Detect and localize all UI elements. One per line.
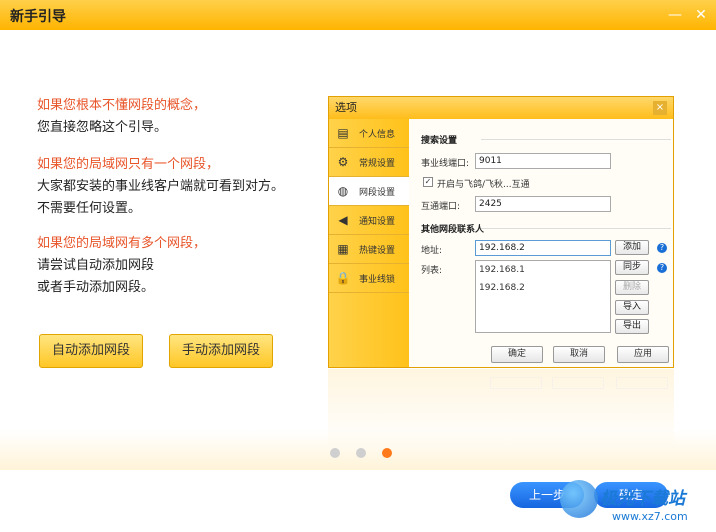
import-button: 导入 bbox=[615, 300, 649, 315]
guide-line: 不需要任何设置。 bbox=[37, 201, 142, 216]
reflection-shape bbox=[616, 377, 668, 389]
page-dot-2[interactable] bbox=[356, 448, 366, 458]
help-icon: ? bbox=[657, 243, 667, 253]
guide-paragraph-3: 如果您的局域网有多个网段， 请尝试自动添加网段 或者手动添加网段。 bbox=[37, 233, 206, 299]
sidebar-item-label: 热键设置 bbox=[359, 245, 396, 256]
options-dialog-preview: 选项 × ▤ 个人信息 ⚙ 常规设置 ◍ 网段设置 ◀ 通知设置 ▦ 热键设置 🔒 事业线锁… bbox=[328, 96, 674, 368]
watermark-name: 极光下载站 bbox=[600, 489, 685, 509]
dialog-ok-button: 确定 bbox=[491, 346, 543, 363]
address-field: 192.168.2 bbox=[475, 240, 611, 256]
interop-port-field: 2425 bbox=[475, 196, 611, 212]
help-icon: ? bbox=[657, 263, 667, 273]
guide-line: 您直接忽略这个引导。 bbox=[37, 120, 168, 135]
sidebar-item-label: 个人信息 bbox=[359, 129, 396, 140]
guide-line: 如果您根本不懂网段的概念， bbox=[37, 98, 207, 113]
segment-list: 192.168.1 192.168.2 bbox=[475, 260, 611, 333]
list-label: 列表: bbox=[421, 266, 443, 276]
id-card-icon: ▤ bbox=[337, 126, 349, 140]
watermark-url: www.xz7.com bbox=[612, 510, 688, 523]
sidebar-item-general: ⚙ 常规设置 bbox=[329, 148, 409, 177]
gear-icon: ⚙ bbox=[337, 155, 349, 169]
guide-line: 请尝试自动添加网段 bbox=[37, 258, 155, 273]
guide-paragraph-1: 如果您根本不懂网段的概念， 您直接忽略这个引导。 bbox=[37, 95, 206, 139]
auto-add-segment-button[interactable]: 自动添加网段 bbox=[39, 334, 143, 368]
sidebar-item-label: 常规设置 bbox=[359, 158, 396, 169]
sidebar-item-network: ◍ 网段设置 bbox=[329, 177, 409, 206]
list-item: 192.168.2 bbox=[479, 283, 525, 293]
export-button: 导出 bbox=[615, 319, 649, 334]
dialog-title-text: 选项 bbox=[335, 101, 357, 114]
sidebar-item-label: 通知设置 bbox=[359, 216, 396, 227]
sidebar-item-lock: 🔒 事业线锁 bbox=[329, 264, 409, 293]
port-field: 9011 bbox=[475, 153, 611, 169]
sidebar-item-notify: ◀ 通知设置 bbox=[329, 206, 409, 235]
sidebar-item-hotkey: ▦ 热键设置 bbox=[329, 235, 409, 264]
guide-line: 如果您的局域网只有一个网段， bbox=[37, 157, 220, 172]
guide-line: 或者手动添加网段。 bbox=[37, 280, 155, 295]
add-button: 添加 bbox=[615, 240, 649, 255]
page-dot-3[interactable] bbox=[382, 448, 392, 458]
interop-port-label: 互通端口: bbox=[421, 202, 461, 212]
lock-icon: 🔒 bbox=[335, 271, 351, 285]
keyboard-icon: ▦ bbox=[337, 242, 349, 256]
dialog-apply-button: 应用 bbox=[617, 346, 669, 363]
interop-checkbox-label: 开启与飞鸽/飞秋...互通 bbox=[437, 180, 530, 190]
manual-add-segment-button[interactable]: 手动添加网段 bbox=[169, 334, 273, 368]
section-title: 搜索设置 bbox=[421, 133, 672, 146]
pagination-dots bbox=[330, 448, 392, 458]
page-dot-1[interactable] bbox=[330, 448, 340, 458]
section-title: 其他网段联系人 bbox=[421, 222, 672, 235]
title-bar: 新手引导 — ✕ bbox=[0, 0, 716, 30]
dialog-sidebar: ▤ 个人信息 ⚙ 常规设置 ◍ 网段设置 ◀ 通知设置 ▦ 热键设置 🔒 事业线锁 bbox=[329, 119, 409, 367]
sync-button: 同步 bbox=[615, 260, 649, 275]
list-item: 192.168.1 bbox=[479, 265, 525, 275]
delete-button: 删除 bbox=[615, 280, 649, 295]
address-label: 地址: bbox=[421, 246, 443, 256]
dialog-content: 搜索设置 事业线端口: 9011 ✓ 开启与飞鸽/飞秋...互通 互通端口: 2… bbox=[409, 119, 673, 367]
dialog-close-icon: × bbox=[653, 101, 667, 115]
minimize-button[interactable]: — bbox=[664, 4, 686, 26]
guide-paragraph-2: 如果您的局域网只有一个网段， 大家都安装的事业线客户端就可看到对方。 不需要任何… bbox=[37, 154, 284, 220]
dialog-cancel-button: 取消 bbox=[553, 346, 605, 363]
dialog-title: 选项 × bbox=[329, 97, 673, 119]
guide-line: 大家都安装的事业线客户端就可看到对方。 bbox=[37, 179, 285, 194]
reflection-shape bbox=[552, 377, 604, 389]
globe-icon: ◍ bbox=[337, 184, 349, 198]
guide-line: 如果您的局域网有多个网段， bbox=[37, 236, 207, 251]
checkbox-icon: ✓ bbox=[423, 177, 433, 187]
reflection-shape bbox=[490, 377, 542, 389]
window-title: 新手引导 bbox=[10, 9, 66, 25]
sidebar-item-label: 事业线锁 bbox=[359, 274, 396, 285]
sidebar-item-personal: ▤ 个人信息 bbox=[329, 119, 409, 148]
port-label: 事业线端口: bbox=[421, 159, 470, 169]
watermark-logo-icon bbox=[560, 480, 598, 518]
sidebar-item-label: 网段设置 bbox=[359, 187, 396, 198]
watermark: 极光下载站 www.xz7.com bbox=[560, 478, 716, 532]
close-button[interactable]: ✕ bbox=[690, 4, 712, 26]
speaker-icon: ◀ bbox=[338, 213, 348, 227]
